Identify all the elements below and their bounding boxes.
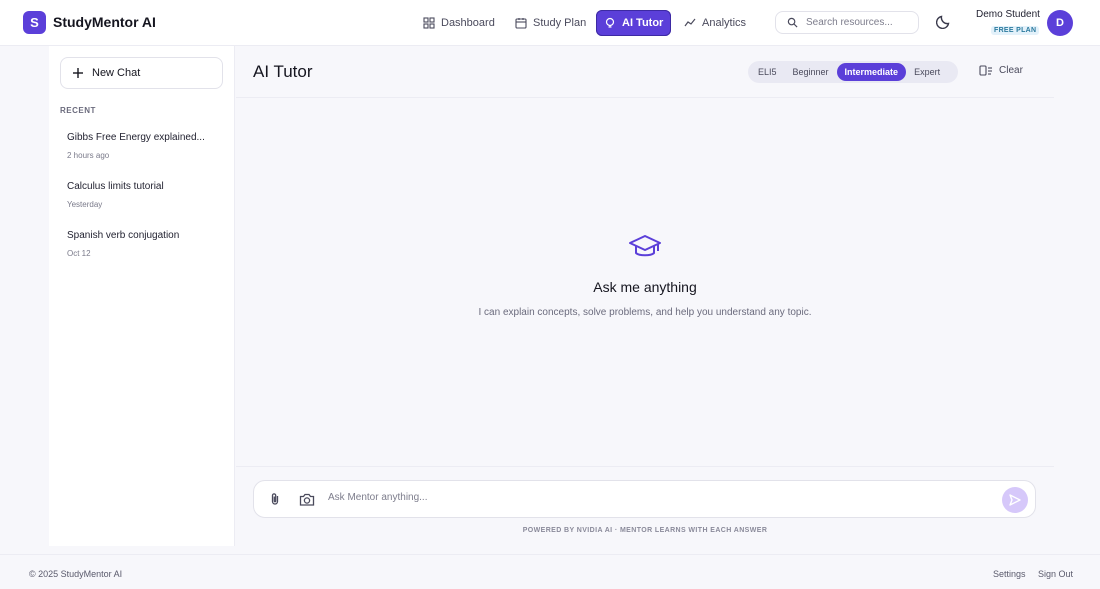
message-input[interactable] [328,492,988,503]
grid-icon [423,17,435,29]
recent-chat-item[interactable]: Spanish verb conjugation Oct 12 [60,225,223,267]
recent-heading: RECENT [60,106,96,115]
search-input[interactable] [806,17,916,28]
plan-badge: FREE PLAN [991,26,1040,35]
chat-time: 2 hours ago [67,151,110,160]
chat-title: Spanish verb conjugation [67,230,180,241]
empty-state-subtitle: I can explain concepts, solve problems, … [478,307,812,318]
sidebar: New Chat RECENT Gibbs Free Energy explai… [49,46,235,546]
send-button[interactable] [1002,487,1028,513]
avatar[interactable]: D [1047,10,1073,36]
moon-icon[interactable] [936,13,952,29]
paperclip-icon[interactable] [268,492,282,506]
settings-link[interactable]: Settings [993,569,1026,579]
user-name: Demo Student [976,9,1040,20]
nav-study-plan-label: Study Plan [533,17,587,29]
chat-time: Yesterday [67,200,103,209]
sign-out-link[interactable]: Sign Out [1038,569,1073,579]
level-eli5[interactable]: ELI5 [750,63,785,81]
camera-icon[interactable] [299,492,315,507]
nav-ai-tutor[interactable]: AI Tutor [596,10,672,36]
plus-icon [73,68,83,78]
calendar-icon [515,18,527,29]
brand-name[interactable]: StudyMentor AI [53,14,156,30]
nav-analytics-label: Analytics [702,17,747,29]
empty-state-title: Ask me anything [593,279,697,295]
top-bar: S StudyMentor AI Dashboard Study Plan AI… [0,0,1100,46]
level-intermediate[interactable]: Intermediate [836,63,907,81]
powered-by-note: POWERED BY NVIDIA AI · MENTOR LEARNS WIT… [522,527,768,534]
chat-title: Gibbs Free Energy explained... [67,132,205,143]
chat-time: Oct 12 [67,249,91,258]
chat-title-bar: AI Tutor ELI5 Beginner Intermediate Expe… [236,46,1054,98]
search-box[interactable] [775,11,919,34]
recent-chat-item[interactable]: Calculus limits tutorial Yesterday [60,176,223,218]
clear-label: Clear [999,65,1023,76]
trend-icon [684,18,696,27]
new-chat-label: New Chat [92,67,141,79]
nav-study-plan[interactable]: Study Plan [507,10,594,36]
clear-icon [979,65,992,76]
lightbulb-icon [605,17,615,28]
chat-title: Calculus limits tutorial [67,181,164,192]
page-title: AI Tutor [253,62,313,81]
level-selector: ELI5 Beginner Intermediate Expert [748,61,958,83]
send-icon [1009,494,1021,506]
message-composer [253,480,1036,518]
logo-icon[interactable]: S [23,11,46,34]
composer-area: POWERED BY NVIDIA AI · MENTOR LEARNS WIT… [236,466,1054,546]
new-chat-button[interactable]: New Chat [60,57,223,89]
nav-analytics[interactable]: Analytics [676,10,754,36]
search-icon [787,17,798,28]
nav-dashboard-label: Dashboard [441,17,495,29]
clear-button[interactable]: Clear [979,64,1023,77]
chat-panel: AI Tutor ELI5 Beginner Intermediate Expe… [236,46,1054,546]
copyright: © 2025 StudyMentor AI [29,569,123,579]
recent-chat-item[interactable]: Gibbs Free Energy explained... 2 hours a… [60,127,223,169]
footer: © 2025 StudyMentor AI Settings Sign Out [0,554,1100,589]
graduation-cap-icon [629,235,661,257]
nav-ai-tutor-label: AI Tutor [622,17,664,29]
level-expert[interactable]: Expert [906,63,948,81]
nav-dashboard[interactable]: Dashboard [415,10,503,36]
level-beginner[interactable]: Beginner [785,63,837,81]
